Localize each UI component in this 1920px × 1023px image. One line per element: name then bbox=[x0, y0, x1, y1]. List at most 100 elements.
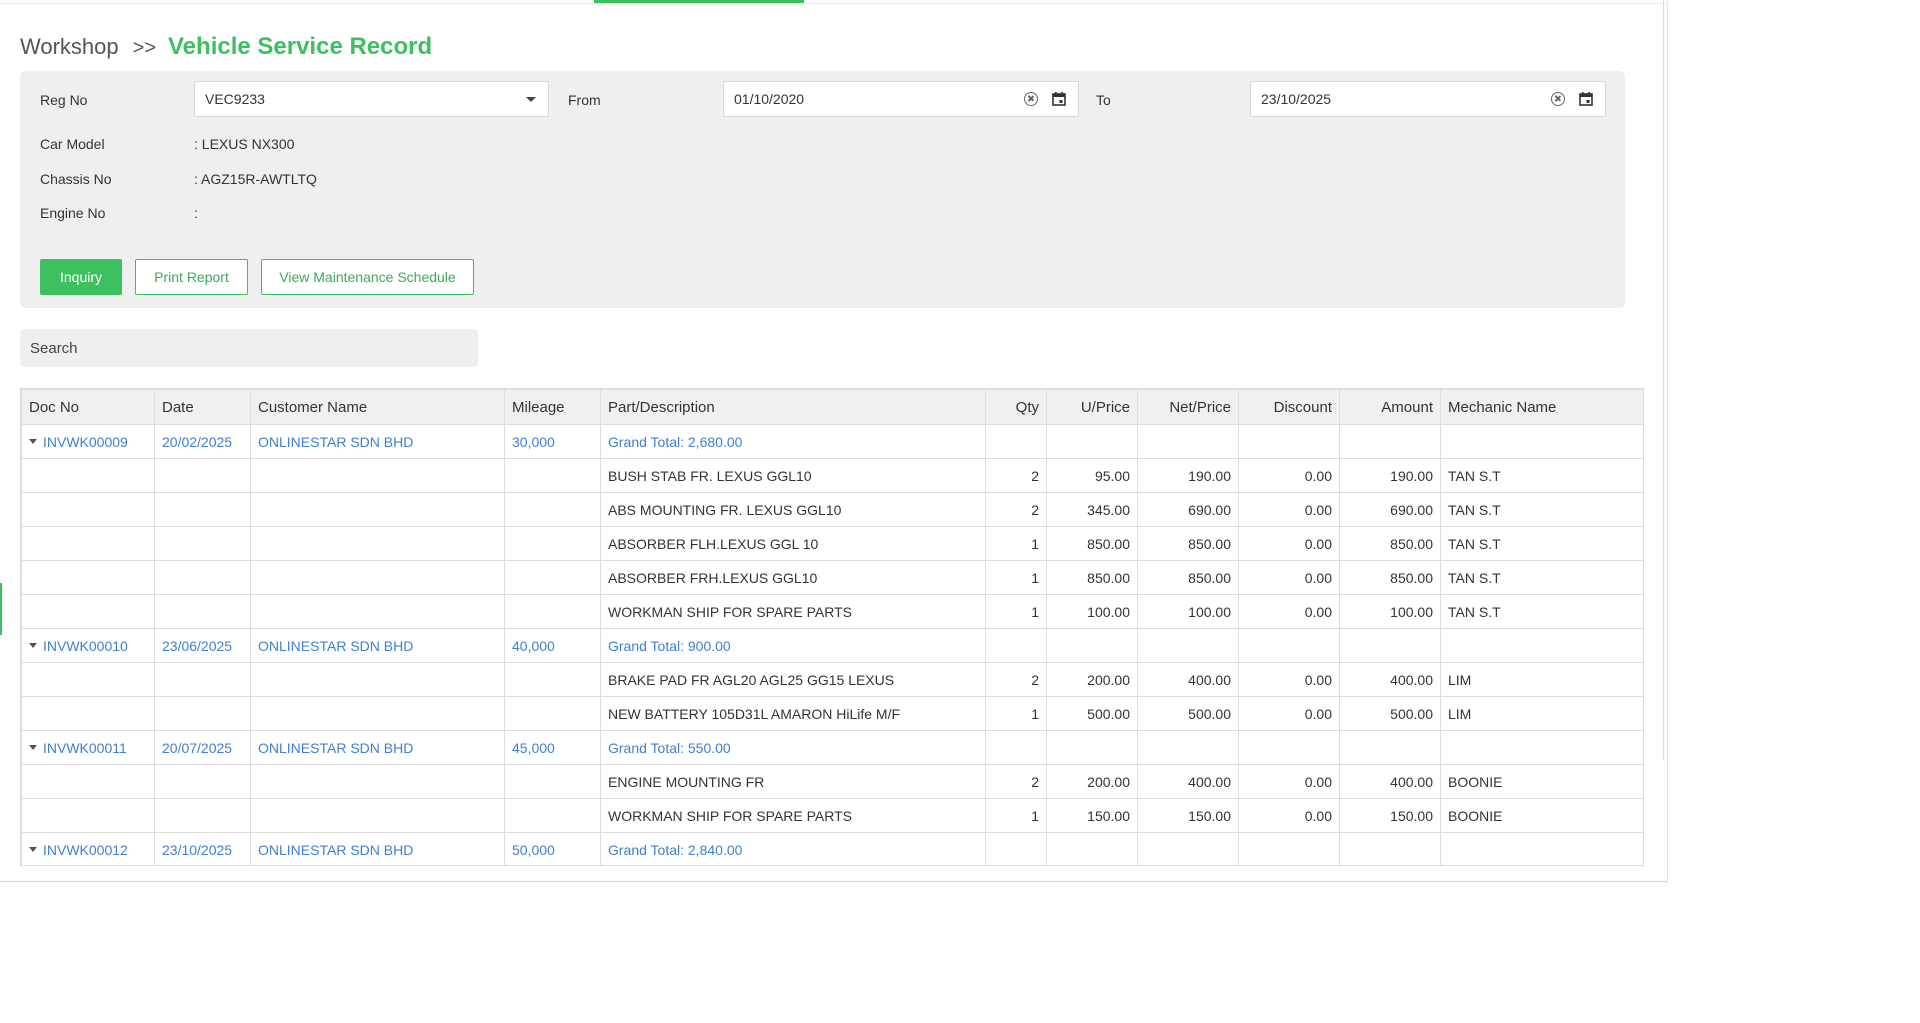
uprice-cell: 200.00 bbox=[1046, 662, 1138, 697]
calendar-icon[interactable] bbox=[1052, 92, 1066, 106]
mileage-cell: 40,000 bbox=[504, 628, 601, 663]
inquiry-button[interactable]: Inquiry bbox=[40, 259, 122, 295]
doc-no-cell[interactable]: INVWK00009 bbox=[21, 424, 155, 459]
item-row[interactable]: ABS MOUNTING FR. LEXUS GGL10 2 345.00 690.0… bbox=[21, 492, 1643, 527]
part-cell: ABS MOUNTING FR. LEXUS GGL10 bbox=[600, 492, 986, 527]
item-row[interactable]: BUSH STAB FR. LEXUS GGL10 2 95.00 190.00 0.0… bbox=[21, 458, 1643, 493]
col-header-discount[interactable]: Discount bbox=[1238, 389, 1340, 425]
item-row[interactable]: ENGINE MOUNTING FR 2 200.00 400.00 0.00 400.0… bbox=[21, 764, 1643, 799]
to-date-field[interactable]: 23/10/2025 bbox=[1250, 81, 1606, 117]
qty-cell: 2 bbox=[985, 458, 1047, 493]
empty-cell bbox=[504, 764, 601, 799]
breadcrumb-workshop[interactable]: Workshop bbox=[20, 34, 119, 60]
col-header-mechanic-name[interactable]: Mechanic Name bbox=[1440, 389, 1643, 425]
uprice-cell: 200.00 bbox=[1046, 764, 1138, 799]
group-row[interactable]: INVWK00012 23/10/2025 ONLINESTAR SDN BHD 50… bbox=[21, 832, 1643, 865]
empty-cell bbox=[250, 798, 505, 833]
group-row[interactable]: INVWK00011 20/07/2025 ONLINESTAR SDN BHD 45… bbox=[21, 730, 1643, 765]
print-report-button[interactable]: Print Report bbox=[135, 259, 248, 295]
col-header-part-description[interactable]: Part/Description bbox=[600, 389, 986, 425]
item-row[interactable]: ABSORBER FLH.LEXUS GGL 10 1 850.00 850.00 0.… bbox=[21, 526, 1643, 561]
reg-no-select[interactable]: VEC9233 bbox=[194, 81, 549, 117]
empty-cell bbox=[1137, 832, 1239, 865]
customer-cell: ONLINESTAR SDN BHD bbox=[250, 730, 505, 765]
group-row[interactable]: INVWK00010 23/06/2025 ONLINESTAR SDN BHD 40… bbox=[21, 628, 1643, 663]
breadcrumb: Workshop >> Vehicle Service Record bbox=[20, 33, 432, 61]
expand-triangle-icon[interactable] bbox=[29, 439, 37, 445]
empty-cell bbox=[154, 492, 251, 527]
col-header-doc-no[interactable]: Doc No bbox=[21, 389, 155, 425]
view-maintenance-schedule-button[interactable]: View Maintenance Schedule bbox=[261, 259, 474, 295]
net-price-cell: 400.00 bbox=[1137, 764, 1239, 799]
active-tab-indicator[interactable] bbox=[594, 0, 804, 3]
empty-cell bbox=[154, 798, 251, 833]
search-input[interactable]: Search bbox=[20, 329, 478, 367]
amount-cell: 150.00 bbox=[1339, 798, 1441, 833]
doc-no-link[interactable]: INVWK00009 bbox=[43, 434, 128, 450]
item-row[interactable]: BRAKE PAD FR AGL20 AGL25 GG15 LEXUS 2 200.… bbox=[21, 662, 1643, 697]
doc-no-cell[interactable]: INVWK00010 bbox=[21, 628, 155, 663]
item-row[interactable]: NEW BATTERY 105D31L AMARON HiLife M/F 1 50… bbox=[21, 696, 1643, 731]
qty-cell: 2 bbox=[985, 662, 1047, 697]
col-header-customer-name[interactable]: Customer Name bbox=[250, 389, 505, 425]
empty-cell bbox=[985, 730, 1047, 765]
uprice-cell: 150.00 bbox=[1046, 798, 1138, 833]
customer-cell: ONLINESTAR SDN BHD bbox=[250, 424, 505, 459]
empty-cell bbox=[21, 696, 155, 731]
empty-cell bbox=[1238, 628, 1340, 663]
net-price-cell: 690.00 bbox=[1137, 492, 1239, 527]
date-cell: 20/02/2025 bbox=[154, 424, 251, 459]
doc-no-link[interactable]: INVWK00012 bbox=[43, 842, 128, 858]
col-header-qty[interactable]: Qty bbox=[985, 389, 1047, 425]
doc-no-cell[interactable]: INVWK00012 bbox=[21, 832, 155, 865]
calendar-icon[interactable] bbox=[1579, 92, 1593, 106]
uprice-cell: 345.00 bbox=[1046, 492, 1138, 527]
mechanic-cell: TAN S.T bbox=[1440, 526, 1643, 561]
discount-cell: 0.00 bbox=[1238, 560, 1340, 595]
col-header-net-price[interactable]: Net/Price bbox=[1137, 389, 1239, 425]
item-row[interactable]: WORKMAN SHIP FOR SPARE PARTS 1 100.00 100.0… bbox=[21, 594, 1643, 629]
empty-cell bbox=[250, 492, 505, 527]
reg-no-value: VEC9233 bbox=[205, 91, 265, 107]
net-price-cell: 190.00 bbox=[1137, 458, 1239, 493]
col-header-mileage[interactable]: Mileage bbox=[504, 389, 601, 425]
chevron-down-icon[interactable] bbox=[526, 96, 536, 102]
col-header-amount[interactable]: Amount bbox=[1339, 389, 1441, 425]
expand-triangle-icon[interactable] bbox=[29, 643, 37, 649]
part-cell: WORKMAN SHIP FOR SPARE PARTS bbox=[600, 798, 986, 833]
doc-no-link[interactable]: INVWK00011 bbox=[43, 740, 127, 756]
empty-cell bbox=[154, 458, 251, 493]
amount-cell: 500.00 bbox=[1339, 696, 1441, 731]
discount-cell: 0.00 bbox=[1238, 526, 1340, 561]
clear-circle-icon[interactable] bbox=[1024, 92, 1038, 106]
clear-circle-icon[interactable] bbox=[1551, 92, 1565, 106]
empty-cell bbox=[154, 696, 251, 731]
expand-triangle-icon[interactable] bbox=[29, 847, 37, 853]
amount-cell: 400.00 bbox=[1339, 662, 1441, 697]
empty-cell bbox=[154, 594, 251, 629]
empty-cell bbox=[504, 526, 601, 561]
col-header-date[interactable]: Date bbox=[154, 389, 251, 425]
breadcrumb-separator: >> bbox=[132, 37, 156, 59]
doc-no-link[interactable]: INVWK00010 bbox=[43, 638, 128, 654]
empty-cell bbox=[504, 492, 601, 527]
expand-triangle-icon[interactable] bbox=[29, 745, 37, 751]
from-date-field[interactable]: 01/10/2020 bbox=[723, 81, 1079, 117]
group-row[interactable]: INVWK00009 20/02/2025 ONLINESTAR SDN BHD 30… bbox=[21, 424, 1643, 459]
scrollbar-track[interactable] bbox=[1663, 0, 1664, 760]
empty-cell bbox=[985, 832, 1047, 865]
amount-cell: 100.00 bbox=[1339, 594, 1441, 629]
empty-cell bbox=[250, 764, 505, 799]
item-row[interactable]: ABSORBER FRH.LEXUS GGL10 1 850.00 850.00 0.0… bbox=[21, 560, 1643, 595]
chassis-no-value: : AGZ15R-AWTLTQ bbox=[194, 171, 317, 187]
col-header-uprice[interactable]: U/Price bbox=[1046, 389, 1138, 425]
item-row[interactable]: WORKMAN SHIP FOR SPARE PARTS 1 150.00 150.0… bbox=[21, 798, 1643, 833]
table-header-row: Doc No Date Customer Name Mileage Part/D… bbox=[21, 389, 1643, 425]
doc-no-cell[interactable]: INVWK00011 bbox=[21, 730, 155, 765]
empty-cell bbox=[250, 594, 505, 629]
grand-total-cell: Grand Total: 2,680.00 bbox=[600, 424, 986, 459]
empty-cell bbox=[1440, 628, 1643, 663]
mechanic-cell: LIM bbox=[1440, 662, 1643, 697]
empty-cell bbox=[1238, 730, 1340, 765]
empty-cell bbox=[1238, 424, 1340, 459]
